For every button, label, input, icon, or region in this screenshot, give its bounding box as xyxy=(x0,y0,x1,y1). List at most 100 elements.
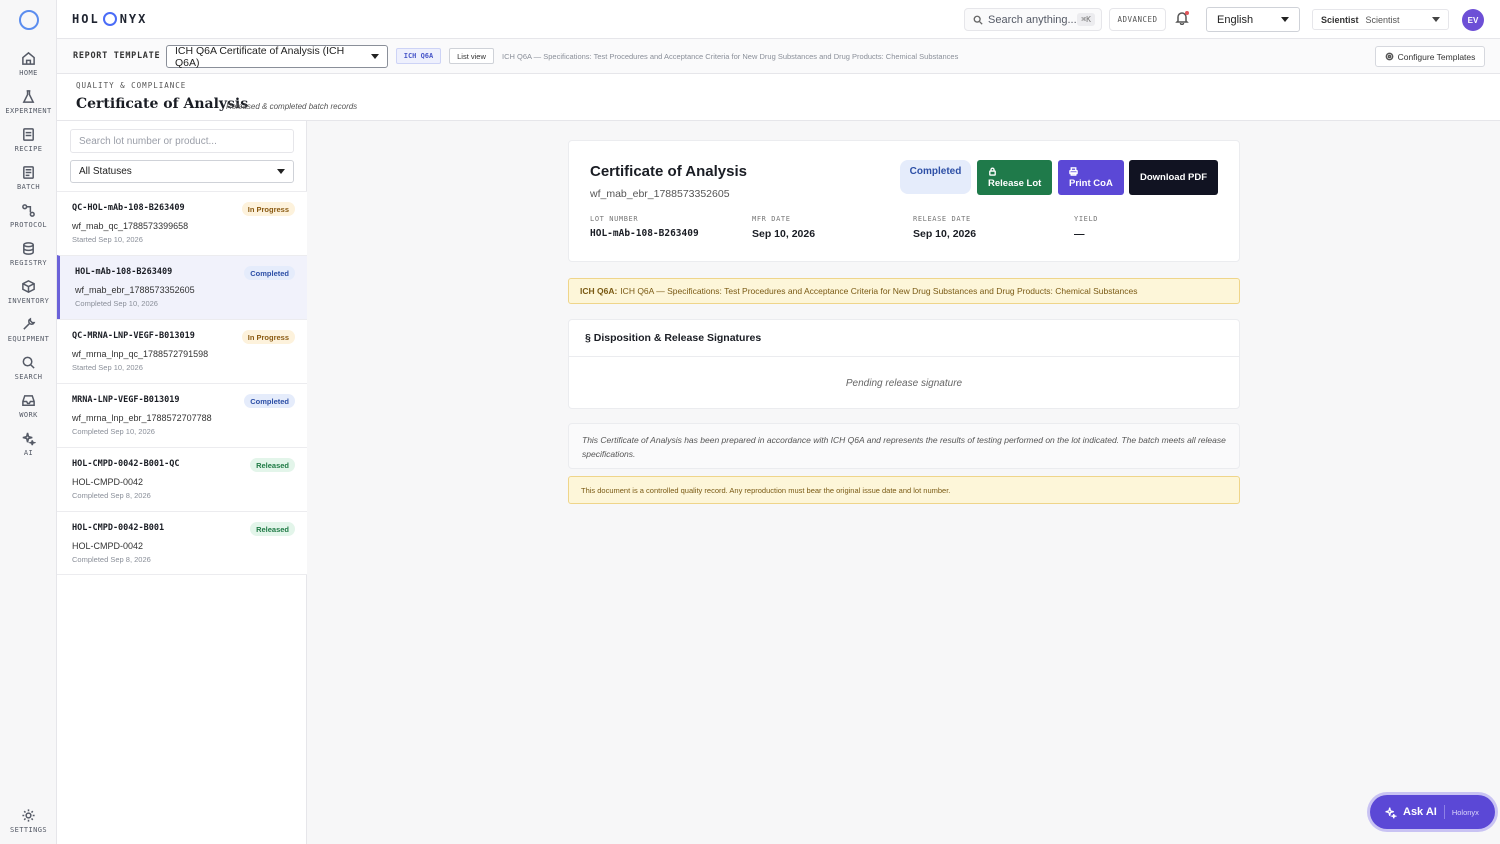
brand-text-right: NYX xyxy=(119,12,148,26)
gear-icon xyxy=(22,809,35,822)
nav-item-home[interactable]: HOME xyxy=(0,51,57,87)
chevron-down-icon xyxy=(277,169,285,174)
gear-icon xyxy=(1385,52,1393,61)
coa-statement: This Certificate of Analysis has been pr… xyxy=(568,423,1240,469)
lot-date: Completed Sep 8, 2026 xyxy=(72,491,151,500)
lot-id: HOL-CMPD-0042-B001-QC xyxy=(72,459,180,469)
brand-logo[interactable]: HOL NYX xyxy=(72,12,147,26)
coa-title: Certificate of Analysis xyxy=(590,163,747,180)
nav-label: PROTOCOL xyxy=(10,221,47,229)
nav-item-batch[interactable]: BATCH xyxy=(0,165,57,201)
nav-item-inventory[interactable]: INVENTORY xyxy=(0,279,57,315)
language-select[interactable]: English xyxy=(1206,7,1300,32)
release-date-field: RELEASE DATE Sep 10, 2026 xyxy=(913,215,976,240)
lot-number-label: LOT NUMBER xyxy=(590,215,639,223)
lot-id: QC-HOL-mAb-108-B263409 xyxy=(72,203,185,213)
home-icon xyxy=(22,51,35,65)
lot-search-input[interactable]: Search lot number or product... xyxy=(70,129,294,153)
nav-label: INVENTORY xyxy=(7,297,50,305)
report-template-value: ICH Q6A Certificate of Analysis (ICH Q6A… xyxy=(175,44,345,69)
nav-item-experiment[interactable]: EXPERIMENT xyxy=(0,89,57,125)
search-icon xyxy=(973,15,983,25)
printer-icon xyxy=(1069,166,1078,176)
yield-field: YIELD — xyxy=(1074,215,1098,240)
lot-date: Completed Sep 8, 2026 xyxy=(72,555,151,564)
coa-main-panel: Certificate of Analysis wf_mab_ebr_17885… xyxy=(307,121,1500,844)
nav-label: EQUIPMENT xyxy=(7,335,50,343)
chevron-down-icon xyxy=(371,54,379,59)
lot-id: QC-MRNA-LNP-VEGF-B013019 xyxy=(72,331,195,341)
sparkles-icon xyxy=(1385,806,1397,818)
app-logo-icon[interactable] xyxy=(19,10,39,30)
download-pdf-label: Download PDF xyxy=(1139,172,1208,183)
lot-list-item[interactable]: QC-MRNA-LNP-VEGF-B013019 In Progress wf_… xyxy=(57,319,307,383)
protocol-icon xyxy=(22,204,35,217)
lot-list-item[interactable]: HOL-CMPD-0042-B001-QC Released HOL-CMPD-… xyxy=(57,447,307,511)
ask-ai-button[interactable]: Ask AI Holonyx xyxy=(1370,795,1495,829)
brand-ring-icon xyxy=(102,12,117,26)
batch-icon xyxy=(23,166,34,179)
list-view-button[interactable]: List view xyxy=(449,48,494,64)
lot-search-placeholder: Search lot number or product... xyxy=(79,135,217,147)
status-badge: In Progress xyxy=(241,202,295,216)
lot-product: HOL-CMPD-0042 xyxy=(72,477,144,487)
lot-id: MRNA-LNP-VEGF-B013019 xyxy=(72,395,180,405)
report-template-select[interactable]: ICH Q6A Certificate of Analysis (ICH Q6A… xyxy=(166,44,388,69)
lot-list-item[interactable]: HOL-CMPD-0042-B001 Released HOL-CMPD-004… xyxy=(57,511,307,575)
lot-number-field: LOT NUMBER HOL-mAb-108-B263409 xyxy=(590,215,699,239)
database-icon xyxy=(23,242,34,255)
release-lot-button[interactable]: Release Lot xyxy=(977,160,1052,195)
status-filter-select[interactable]: All Statuses xyxy=(70,160,294,183)
lot-date: Completed Sep 10, 2026 xyxy=(72,427,155,436)
lot-product: HOL-CMPD-0042 xyxy=(72,541,144,551)
inbox-icon xyxy=(22,395,35,406)
nav-item-settings[interactable]: SETTINGS xyxy=(0,808,57,844)
wrench-icon xyxy=(23,317,36,330)
nav-item-equipment[interactable]: EQUIPMENT xyxy=(0,317,57,353)
lot-list-item[interactable]: MRNA-LNP-VEGF-B013019 Completed wf_mrna_… xyxy=(57,383,307,447)
nav-item-work[interactable]: WORK xyxy=(0,393,57,429)
yield-value: — xyxy=(1074,228,1085,240)
print-coa-button[interactable]: Print CoA xyxy=(1058,160,1124,195)
global-search-input[interactable]: Search anything... ⌘K xyxy=(964,8,1102,31)
lot-product: wf_mrna_lnp_ebr_1788572707788 xyxy=(72,413,212,423)
page-header: QUALITY & COMPLIANCE Certificate of Anal… xyxy=(57,74,1500,121)
nav-label: HOME xyxy=(19,69,38,77)
configure-templates-button[interactable]: Configure Templates xyxy=(1375,46,1485,67)
nav-item-recipe[interactable]: RECIPE xyxy=(0,127,57,163)
report-template-bar: REPORT TEMPLATE ICH Q6A Certificate of A… xyxy=(57,39,1500,74)
status-filter-value: All Statuses xyxy=(79,166,132,177)
status-badge: In Progress xyxy=(241,330,295,344)
nav-label: AI xyxy=(23,449,34,457)
status-badge: Completed xyxy=(244,266,295,280)
ask-ai-brand: Holonyx xyxy=(1451,807,1479,817)
template-description: ICH Q6A — Specifications: Test Procedure… xyxy=(502,52,959,61)
role-value: Scientist xyxy=(1365,14,1400,25)
advanced-button[interactable]: ADVANCED xyxy=(1109,8,1166,31)
nav-item-protocol[interactable]: PROTOCOL xyxy=(0,203,57,239)
lot-product: wf_mab_ebr_1788573352605 xyxy=(75,285,195,295)
nav-item-ai[interactable]: AI xyxy=(0,431,57,467)
nav-label: BATCH xyxy=(16,183,41,191)
role-select[interactable]: Scientist Scientist xyxy=(1312,9,1449,30)
nav-item-registry[interactable]: REGISTRY xyxy=(0,241,57,277)
lot-list-item-selected[interactable]: HOL-mAb-108-B263409 Completed wf_mab_ebr… xyxy=(57,255,307,319)
ask-ai-divider xyxy=(1443,805,1445,819)
recipe-icon xyxy=(23,128,34,141)
download-pdf-button[interactable]: Download PDF xyxy=(1129,160,1218,195)
ich-banner-prefix: ICH Q6A: xyxy=(580,286,618,296)
print-coa-label: Print CoA xyxy=(1069,177,1113,189)
nav-label: RECIPE xyxy=(14,145,43,153)
configure-templates-label: Configure Templates xyxy=(1397,51,1476,62)
notifications-button[interactable] xyxy=(1175,11,1189,26)
status-badge: Released xyxy=(250,458,295,472)
nav-item-search[interactable]: SEARCH xyxy=(0,355,57,391)
page-eyebrow: QUALITY & COMPLIANCE xyxy=(76,81,187,90)
lot-date: Started Sep 10, 2026 xyxy=(72,235,143,244)
user-avatar[interactable]: EV xyxy=(1462,9,1484,31)
lot-list-item[interactable]: QC-HOL-mAb-108-B263409 In Progress wf_ma… xyxy=(57,191,307,255)
notification-dot xyxy=(1185,11,1189,15)
disposition-section: § Disposition & Release Signatures Pendi… xyxy=(568,319,1240,409)
search-placeholder: Search anything... xyxy=(988,13,1077,26)
lot-number-value: HOL-mAb-108-B263409 xyxy=(590,228,699,239)
